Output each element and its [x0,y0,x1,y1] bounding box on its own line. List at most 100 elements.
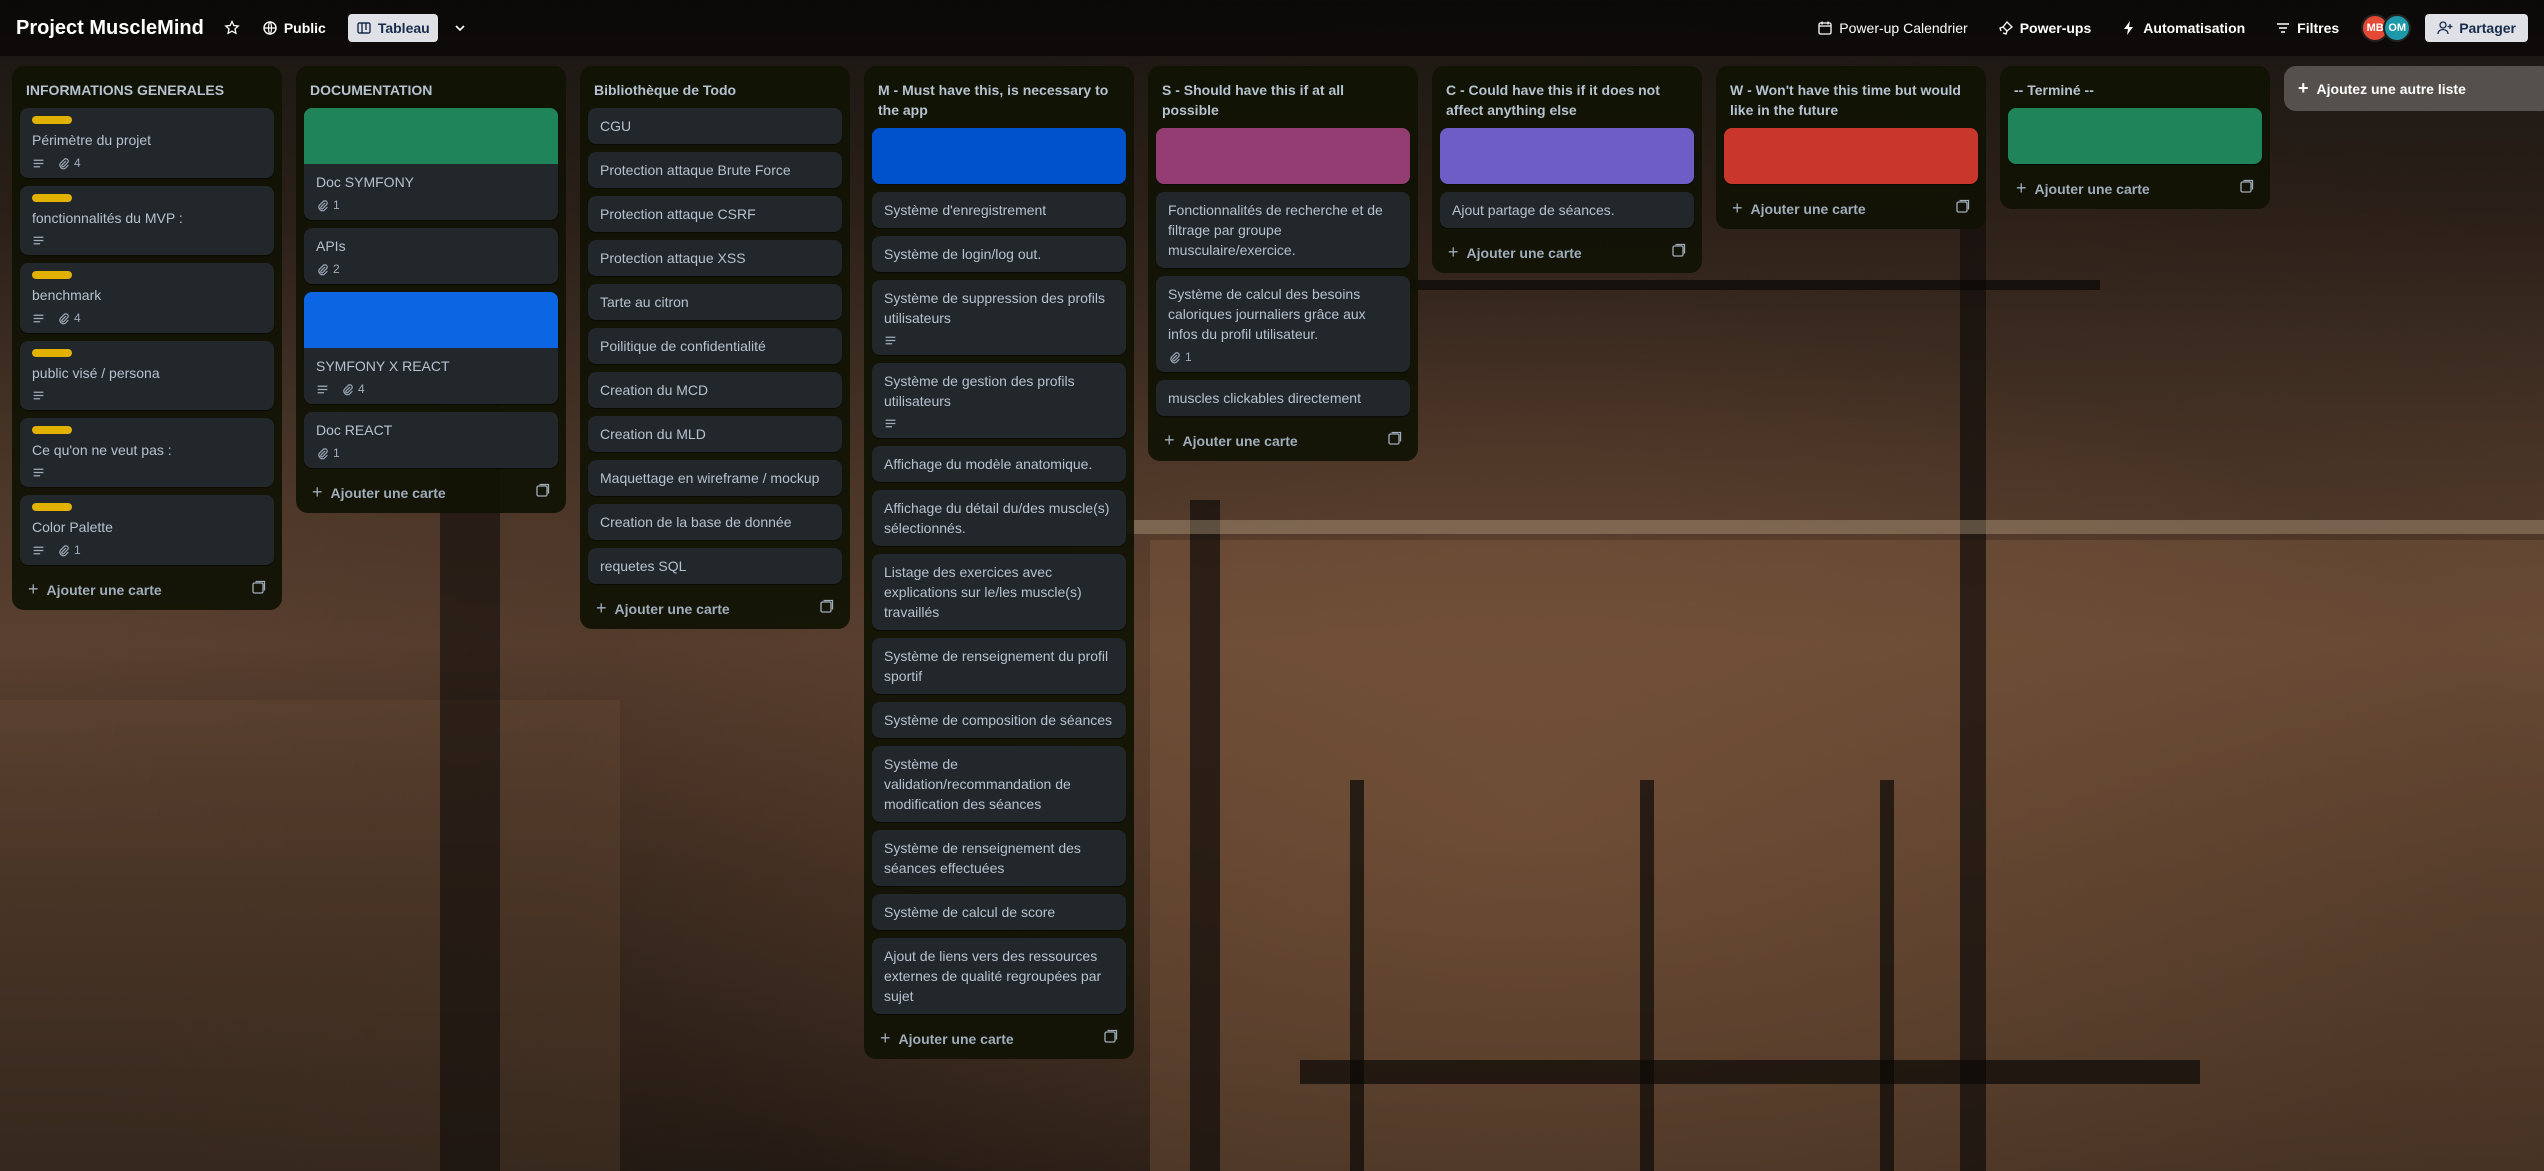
add-card-button[interactable]: + Ajouter une carte [1448,242,1582,263]
visibility-button[interactable]: Public [254,14,334,42]
card-template-icon[interactable] [1102,1029,1118,1048]
card[interactable]: public visé / persona [20,341,274,410]
card-label[interactable] [32,194,72,202]
list-title[interactable]: DOCUMENTATION [310,80,432,100]
card[interactable]: Creation du MCD [588,372,842,408]
card[interactable]: Système de suppression des profils utili… [872,280,1126,355]
card[interactable]: Protection attaque XSS [588,240,842,276]
card[interactable]: Affichage du modèle anatomique. [872,446,1126,482]
card-cover [872,128,1126,184]
powerups-button[interactable]: Power-ups [1990,14,2100,42]
list: INFORMATIONS GENERALES Périmètre du proj… [12,66,282,610]
add-card-button[interactable]: + Ajouter une carte [2016,178,2150,199]
add-list-button[interactable]: + Ajoutez une autre liste [2284,66,2544,111]
list-menu-icon[interactable] [2248,80,2267,103]
card[interactable] [1156,128,1410,184]
view-tableau-button[interactable]: Tableau [347,14,438,42]
list-menu-icon[interactable] [1396,80,1415,103]
card[interactable]: APIs 2 [304,228,558,284]
card[interactable]: fonctionnalités du MVP : [20,186,274,255]
card[interactable]: Protection attaque Brute Force [588,152,842,188]
card[interactable]: Color Palette 1 [20,495,274,565]
add-card-button[interactable]: + Ajouter une carte [596,598,730,619]
card[interactable]: Doc REACT 1 [304,412,558,468]
card[interactable]: Système de renseignement du profil sport… [872,638,1126,694]
card-label[interactable] [32,503,72,511]
card-template-icon[interactable] [534,483,550,502]
list-title[interactable]: -- Terminé -- [2014,80,2094,100]
card[interactable] [2008,108,2262,164]
card[interactable]: Fonctionnalités de recherche et de filtr… [1156,192,1410,268]
card-title: Affichage du détail du/des muscle(s) sél… [884,500,1110,536]
list-menu-icon[interactable] [828,80,847,103]
add-card-button[interactable]: + Ajouter une carte [880,1028,1014,1049]
add-card-button[interactable]: + Ajouter une carte [1732,198,1866,219]
list-menu-icon[interactable] [1112,80,1131,103]
card[interactable] [1440,128,1694,184]
card[interactable]: Poilitique de confidentialité [588,328,842,364]
card-template-icon[interactable] [818,599,834,618]
card[interactable]: requetes SQL [588,548,842,584]
card[interactable]: Système de gestion des profils utilisate… [872,363,1126,438]
card[interactable]: Système de renseignement des séances eff… [872,830,1126,886]
card-label[interactable] [32,426,72,434]
card-label[interactable] [32,271,72,279]
board-title[interactable]: Project MuscleMind [16,17,204,40]
card[interactable] [872,128,1126,184]
card[interactable]: Système d'enregistrement [872,192,1126,228]
card[interactable]: Maquettage en wireframe / mockup [588,460,842,496]
list-title[interactable]: M - Must have this, is necessary to the … [878,80,1112,120]
card[interactable]: SYMFONY X REACT 4 [304,292,558,404]
card[interactable]: Système de composition de séances [872,702,1126,738]
add-card-button[interactable]: + Ajouter une carte [312,482,446,503]
powerup-calendar-button[interactable]: Power-up Calendrier [1809,14,1975,42]
card-template-icon[interactable] [1386,431,1402,450]
card-title: Périmètre du projet [32,132,152,148]
card[interactable]: Périmètre du projet 4 [20,108,274,178]
card[interactable]: benchmark 4 [20,263,274,333]
card-template-icon[interactable] [2238,179,2254,198]
card[interactable]: Système de login/log out. [872,236,1126,272]
card[interactable]: muscles clickables directement [1156,380,1410,416]
description-icon [32,389,45,402]
list-menu-icon[interactable] [1680,80,1699,103]
automation-button[interactable]: Automatisation [2113,14,2253,42]
add-card-button[interactable]: + Ajouter une carte [28,579,162,600]
card[interactable]: Tarte au citron [588,284,842,320]
card[interactable]: CGU [588,108,842,144]
card-template-icon[interactable] [1670,243,1686,262]
card[interactable]: Ajout de liens vers des ressources exter… [872,938,1126,1014]
star-icon[interactable] [224,20,240,36]
card[interactable]: Ajout partage de séances. [1440,192,1694,228]
list-title[interactable]: INFORMATIONS GENERALES [26,80,224,100]
card-body: Ajout de liens vers des ressources exter… [872,938,1126,1014]
card-title: muscles clickables directement [1168,390,1361,406]
card[interactable] [1724,128,1978,184]
share-button[interactable]: Partager [2425,14,2528,42]
list-title[interactable]: C - Could have this if it does not affec… [1446,80,1680,120]
card[interactable]: Système de calcul des besoins caloriques… [1156,276,1410,372]
filters-button[interactable]: Filtres [2267,14,2347,42]
card[interactable]: Système de calcul de score [872,894,1126,930]
card[interactable]: Listage des exercices avec explications … [872,554,1126,630]
card-template-icon[interactable] [1954,199,1970,218]
card-label[interactable] [32,116,72,124]
card[interactable]: Affichage du détail du/des muscle(s) sél… [872,490,1126,546]
card[interactable]: Creation de la base de donnée [588,504,842,540]
list-menu-icon[interactable] [1964,80,1983,103]
card-label[interactable] [32,349,72,357]
avatar[interactable]: OM [2383,14,2412,42]
card[interactable]: Creation du MLD [588,416,842,452]
add-card-button[interactable]: + Ajouter une carte [1164,430,1298,451]
card[interactable]: Système de validation/recommandation de … [872,746,1126,822]
chevron-down-icon[interactable] [452,20,468,36]
card[interactable]: Ce qu'on ne veut pas : [20,418,274,487]
list-title[interactable]: S - Should have this if at all possible [1162,80,1396,120]
card[interactable]: Protection attaque CSRF [588,196,842,232]
list-title[interactable]: W - Won't have this time but would like … [1730,80,1964,120]
list-title[interactable]: Bibliothèque de Todo [594,80,736,100]
card-template-icon[interactable] [250,580,266,599]
list-menu-icon[interactable] [544,80,563,103]
card[interactable]: Doc SYMFONY 1 [304,108,558,220]
list-menu-icon[interactable] [260,80,279,103]
